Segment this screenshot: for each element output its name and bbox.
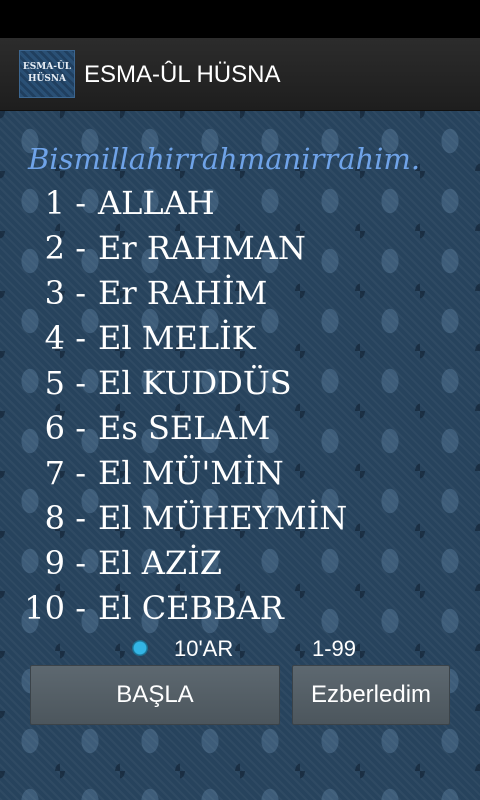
learned-button[interactable]: Ezberledim	[292, 665, 450, 725]
app-title: ESMA-ÛL HÜSNA	[84, 61, 281, 88]
name-number: 6 -	[44, 409, 86, 447]
name-text: El MÜHEYMİN	[98, 499, 348, 537]
bismillah-text: Bismillahirrahmanirrahim.	[28, 142, 421, 176]
names-list: 1 - ALLAH 2 - Er RAHMAN 3 - Er RAHİM 4 - El …	[0, 181, 480, 631]
list-item: 8 - El MÜHEYMİN	[0, 496, 480, 541]
app-logo-line1: ESMA-ÛL	[22, 62, 72, 72]
name-text: El AZİZ	[98, 544, 222, 582]
status-bar	[0, 0, 480, 38]
range-radio-group: 10'AR 1-99	[0, 631, 480, 665]
name-text: El KUDDÜS	[98, 364, 292, 402]
name-number: 10 -	[24, 589, 86, 627]
list-item: 4 - El MELİK	[0, 316, 480, 361]
list-item: 7 - El MÜ'MİN	[0, 451, 480, 496]
list-item: 10 - El CEBBAR	[0, 586, 480, 631]
main-content: Bismillahirrahmanirrahim. 1 - ALLAH 2 - Er…	[0, 111, 480, 800]
name-text: El MELİK	[98, 319, 256, 357]
name-number: 3 -	[44, 274, 86, 312]
name-number: 1 -	[44, 184, 86, 222]
name-text: ALLAH	[98, 184, 215, 222]
radio-all-label[interactable]: 1-99	[312, 636, 356, 662]
action-bar: ESMA-ÛL HÜSNA ESMA-ÛL HÜSNA	[0, 38, 480, 111]
name-number: 9 -	[44, 544, 86, 582]
list-item: 6 - Es SELAM	[0, 406, 480, 451]
start-button[interactable]: BAŞLA	[30, 665, 280, 725]
app-logo-line2: HÜSNA	[27, 74, 67, 84]
list-item: 5 - El KUDDÜS	[0, 361, 480, 406]
name-text: El MÜ'MİN	[98, 454, 284, 492]
name-number: 2 -	[44, 229, 86, 267]
app-logo-icon: ESMA-ÛL HÜSNA	[19, 50, 75, 98]
name-text: Es SELAM	[98, 409, 271, 447]
radio-tens[interactable]	[132, 640, 148, 656]
name-number: 8 -	[44, 499, 86, 537]
list-item: 9 - El AZİZ	[0, 541, 480, 586]
list-item: 3 - Er RAHİM	[0, 271, 480, 316]
radio-tens-label[interactable]: 10'AR	[174, 636, 233, 662]
name-text: Er RAHİM	[98, 274, 268, 312]
name-text: El CEBBAR	[98, 589, 284, 627]
radio-all[interactable]	[290, 640, 306, 656]
name-number: 7 -	[44, 454, 86, 492]
list-item: 2 - Er RAHMAN	[0, 226, 480, 271]
name-number: 5 -	[44, 364, 86, 402]
name-text: Er RAHMAN	[98, 229, 306, 267]
name-number: 4 -	[44, 319, 86, 357]
list-item: 1 - ALLAH	[0, 181, 480, 226]
